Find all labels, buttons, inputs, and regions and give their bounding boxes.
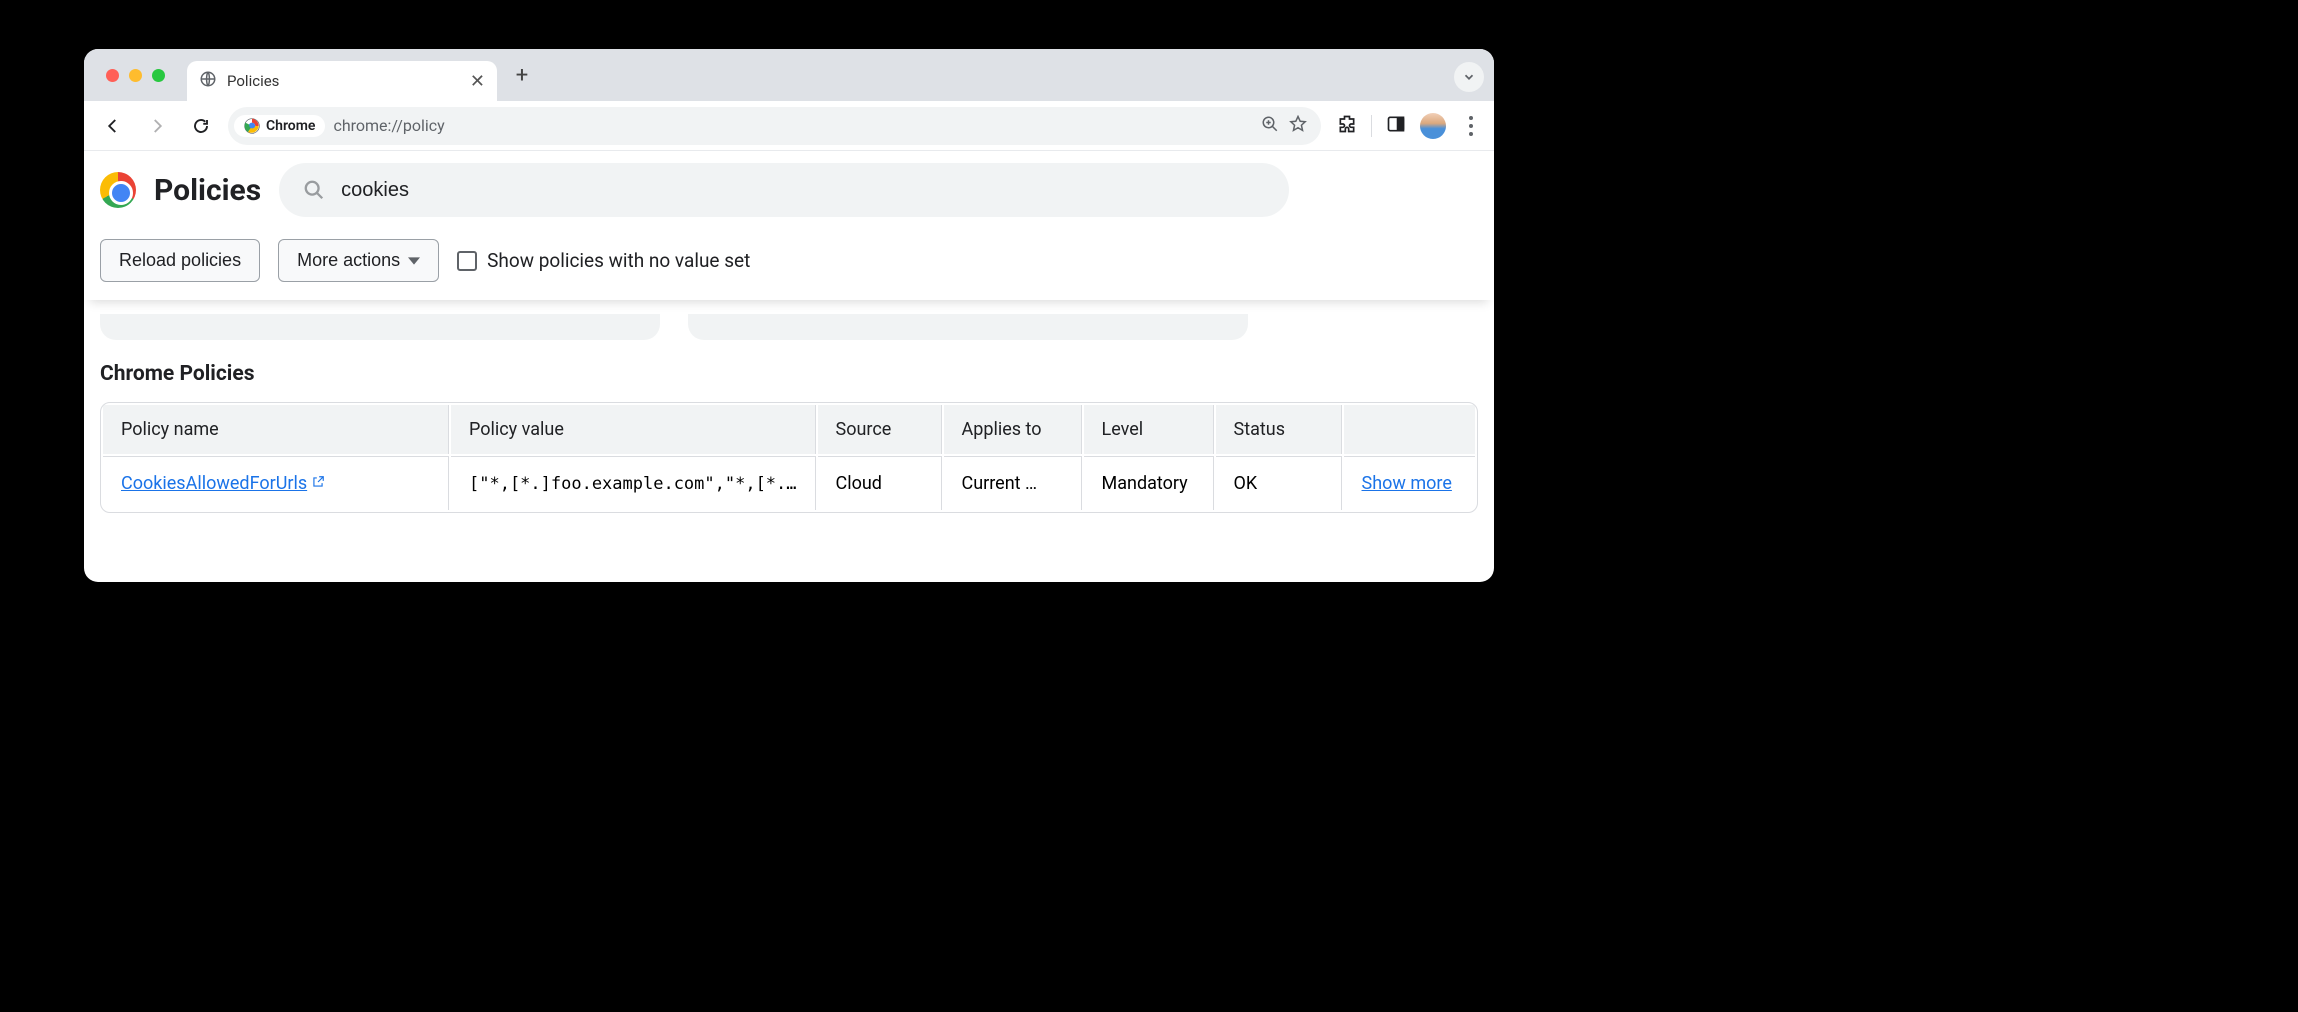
status-cards-row <box>100 314 1478 340</box>
more-actions-button[interactable]: More actions <box>278 239 439 282</box>
status-card <box>100 314 660 340</box>
tab-overflow-button[interactable] <box>1454 62 1484 92</box>
search-icon <box>303 179 325 201</box>
policy-value-cell: ["*,[*.]foo.example.com","*,[*.… <box>451 456 816 510</box>
section-title: Chrome Policies <box>100 362 1478 386</box>
tab-close-button[interactable]: ✕ <box>470 71 485 92</box>
site-chip[interactable]: Chrome <box>234 115 325 137</box>
window-maximize-button[interactable] <box>152 69 165 82</box>
toolbar-separator <box>1371 115 1372 137</box>
page-content: Policies Reload policies More actions Sh… <box>84 151 1494 513</box>
reload-button[interactable] <box>184 109 218 143</box>
status-card <box>688 314 1248 340</box>
show-no-value-checkbox[interactable] <box>457 251 477 271</box>
toolbar-actions <box>1331 113 1482 139</box>
page-title: Policies <box>154 173 261 208</box>
th-level: Level <box>1084 405 1214 454</box>
tab-title: Policies <box>227 72 460 90</box>
reload-policies-label: Reload policies <box>119 250 241 271</box>
back-button[interactable] <box>96 109 130 143</box>
policy-applies-cell: Current … <box>944 456 1082 510</box>
reload-policies-button[interactable]: Reload policies <box>100 239 260 282</box>
policy-name-link[interactable]: CookiesAllowedForUrls <box>121 473 325 494</box>
th-status: Status <box>1216 405 1342 454</box>
chrome-logo <box>100 172 136 208</box>
table-header-row: Policy name Policy value Source Applies … <box>103 405 1475 454</box>
address-bar[interactable]: Chrome chrome://policy <box>228 107 1321 145</box>
window-close-button[interactable] <box>106 69 119 82</box>
th-policy-name: Policy name <box>103 405 449 454</box>
tab-bar: Policies ✕ + <box>84 49 1494 101</box>
new-tab-button[interactable]: + <box>505 58 539 92</box>
browser-menu-button[interactable] <box>1460 116 1482 136</box>
policy-table: Policy name Policy value Source Applies … <box>100 402 1478 513</box>
url-text: chrome://policy <box>333 116 1253 135</box>
th-source: Source <box>818 405 942 454</box>
site-chip-label: Chrome <box>266 118 315 134</box>
th-policy-value: Policy value <box>451 405 816 454</box>
policy-name-text: CookiesAllowedForUrls <box>121 473 307 494</box>
zoom-icon[interactable] <box>1261 115 1279 137</box>
show-no-value-label: Show policies with no value set <box>487 249 750 272</box>
external-link-icon <box>311 473 325 494</box>
window-minimize-button[interactable] <box>129 69 142 82</box>
policy-level-cell: Mandatory <box>1084 456 1214 510</box>
policy-source-cell: Cloud <box>818 456 942 510</box>
th-actions <box>1344 405 1475 454</box>
table-row: CookiesAllowedForUrls ["*,[*.]foo.exampl… <box>103 456 1475 510</box>
th-applies: Applies to <box>944 405 1082 454</box>
policy-search-box[interactable] <box>279 163 1289 217</box>
more-actions-label: More actions <box>297 250 400 271</box>
browser-window: Policies ✕ + Chrome chrome://policy <box>84 49 1494 582</box>
policy-status-cell: OK <box>1216 456 1342 510</box>
side-panel-icon[interactable] <box>1386 114 1406 138</box>
forward-button[interactable] <box>140 109 174 143</box>
show-no-value-toggle[interactable]: Show policies with no value set <box>457 249 750 272</box>
globe-icon <box>199 70 217 92</box>
bookmark-icon[interactable] <box>1289 115 1307 137</box>
policy-search-input[interactable] <box>341 179 1265 202</box>
show-more-link[interactable]: Show more <box>1362 473 1452 494</box>
browser-toolbar: Chrome chrome://policy <box>84 101 1494 151</box>
extensions-icon[interactable] <box>1337 114 1357 138</box>
chevron-down-icon <box>408 255 420 267</box>
browser-tab[interactable]: Policies ✕ <box>187 61 497 101</box>
profile-avatar[interactable] <box>1420 113 1446 139</box>
window-controls <box>84 69 187 82</box>
